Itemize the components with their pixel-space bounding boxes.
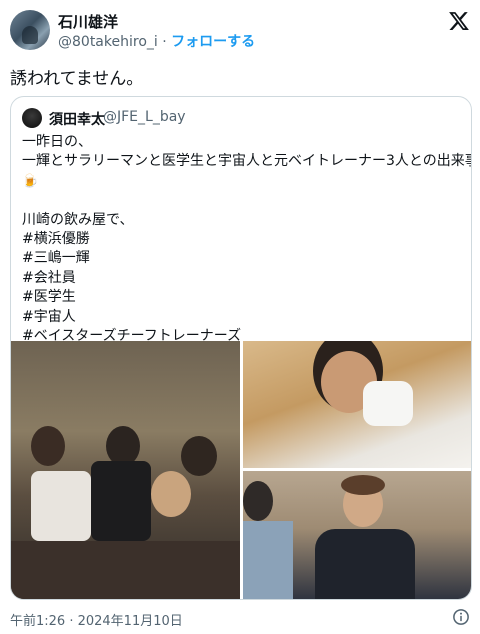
plaid-shirt <box>243 521 293 599</box>
quoted-post-text: 一昨日の、 一輝とサラリーマンと医学生と宇宙人と元ベイトレーナー3人との出来事 … <box>22 133 472 346</box>
white-shirt <box>31 471 91 541</box>
person-figure <box>243 481 273 521</box>
person-figure <box>151 471 191 517</box>
quoted-author-avatar[interactable] <box>22 108 42 128</box>
photo-grid <box>11 341 471 599</box>
author-handle-row: @80takehiro_i · フォローする <box>58 31 255 51</box>
person-figure <box>31 426 65 466</box>
photo-group-izakaya[interactable] <box>11 341 240 599</box>
post-text: 誘われてません。 <box>10 69 144 89</box>
hashtag-link[interactable]: #横浜優勝 <box>22 230 462 249</box>
photo-man-eating[interactable] <box>243 341 471 468</box>
quoted-line: 🍺 <box>22 172 462 191</box>
separator-dot: · <box>162 34 167 50</box>
hashtag-link[interactable]: #医学生 <box>22 288 462 307</box>
x-logo-icon[interactable] <box>448 10 470 32</box>
follow-button[interactable]: フォローする <box>171 34 255 50</box>
black-shirt <box>91 461 151 541</box>
hashtag-link[interactable]: #会社員 <box>22 269 462 288</box>
author-avatar[interactable] <box>10 10 50 50</box>
quoted-line: 一昨日の、 <box>22 134 92 150</box>
quoted-author-handle[interactable]: @JFE_L_bay <box>103 109 186 125</box>
table <box>11 541 240 599</box>
post-header: 石川雄洋 @80takehiro_i · フォローする <box>0 0 480 56</box>
beer-emoji: 🍺 <box>22 173 39 189</box>
person-figure <box>181 436 217 476</box>
hashtag-link[interactable]: #宇宙人 <box>22 308 462 327</box>
author-handle[interactable]: @80takehiro_i <box>58 34 158 50</box>
quoted-line: 一輝とサラリーマンと医学生と宇宙人と元ベイトレーナー3人との出来事 <box>22 153 472 170</box>
photo-two-men[interactable] <box>243 471 471 599</box>
quoted-author-name[interactable]: 須田幸太 <box>49 109 105 129</box>
napkin <box>363 381 413 426</box>
author-name[interactable]: 石川雄洋 <box>58 11 118 32</box>
post-card: 石川雄洋 @80takehiro_i · フォローする 誘われてません。 須田幸… <box>0 0 480 634</box>
dark-sweater <box>315 529 415 599</box>
hashtag-link[interactable]: #三嶋一輝 <box>22 249 462 268</box>
person-figure <box>106 426 140 466</box>
hair <box>341 475 385 495</box>
quoted-line: 川崎の飲み屋で、 <box>22 211 134 228</box>
quoted-line <box>22 191 462 210</box>
info-icon[interactable] <box>452 608 470 626</box>
post-timestamp[interactable]: 午前1:26 · 2024年11月10日 <box>10 610 183 629</box>
quoted-post[interactable]: 須田幸太 @JFE_L_bay 一昨日の、 一輝とサラリーマンと医学生と宇宙人と… <box>10 96 472 600</box>
